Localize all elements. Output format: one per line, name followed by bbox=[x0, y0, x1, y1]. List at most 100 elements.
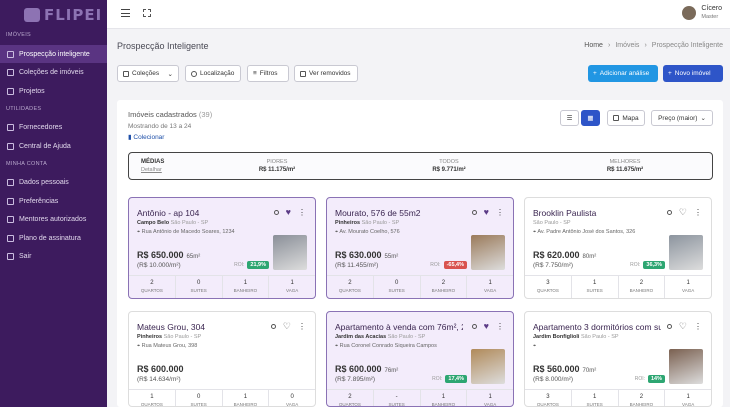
card-title[interactable]: Mourato, 576 de 55m2 bbox=[335, 208, 463, 218]
target-icon[interactable] bbox=[270, 324, 276, 329]
sidebar-item[interactable]: Mentores autorizados bbox=[0, 211, 107, 229]
collect-label: Colecionar bbox=[133, 134, 165, 141]
filters-label: Filtros bbox=[259, 70, 278, 77]
card-location: São Paulo - SP bbox=[533, 220, 571, 226]
feature-vaga: 1 VAGA bbox=[665, 390, 711, 407]
roi-badge: 17,4% bbox=[445, 375, 467, 383]
breadcrumb-imoveis[interactable]: Imóveis bbox=[615, 42, 639, 49]
property-card[interactable]: Apartamento 3 dormitórios com suíte ♡ ⋮ Jar… bbox=[524, 311, 712, 407]
sidebar-item[interactable]: Dados pessoais bbox=[0, 174, 107, 192]
roi: ROI: 17,4% bbox=[432, 375, 467, 383]
more-icon[interactable]: ⋮ bbox=[496, 208, 504, 217]
map-button[interactable]: Mapa bbox=[607, 110, 645, 126]
card-title[interactable]: Brooklin Paulista bbox=[533, 208, 661, 218]
more-icon[interactable]: ⋮ bbox=[694, 208, 702, 217]
feature-vaga: 1 VAGA bbox=[467, 390, 513, 406]
sidebar-item[interactable]: Plano de assinatura bbox=[0, 229, 107, 247]
heart-icon[interactable]: ♡ bbox=[679, 207, 687, 218]
sidebar-item[interactable]: Preferências bbox=[0, 192, 107, 210]
card-location: Pinheiros São Paulo - SP bbox=[137, 334, 201, 340]
feature-value: 1 bbox=[592, 394, 597, 400]
averages-label: MÉDIAS bbox=[141, 159, 165, 165]
page-title: Prospecção Inteligente bbox=[117, 41, 209, 51]
more-icon[interactable]: ⋮ bbox=[298, 322, 306, 331]
location-button[interactable]: Localização bbox=[185, 65, 241, 82]
target-icon[interactable] bbox=[666, 210, 672, 215]
card-features: 3 QUARTOS 1 SUITES 2 BANHEIRO 1 VAGA bbox=[525, 389, 711, 407]
sidebar-item[interactable]: Central de Ajuda bbox=[0, 137, 107, 155]
listing-title: Imóveis cadastrados (39) bbox=[128, 110, 212, 119]
filters-button[interactable]: ≡ Filtros bbox=[247, 65, 289, 82]
feature-value: - bbox=[395, 394, 398, 400]
property-photo[interactable] bbox=[669, 235, 703, 270]
list-view-button[interactable]: ☰ bbox=[560, 110, 579, 126]
feature-value: 0 bbox=[394, 280, 399, 286]
feature-label: VAGA bbox=[682, 402, 695, 407]
feature-label: VAGA bbox=[286, 288, 299, 293]
property-card[interactable]: Apartamento à venda com 76m², 2 quartos ♥… bbox=[326, 311, 514, 407]
collect-link[interactable]: ▮ Colecionar bbox=[128, 133, 164, 141]
feature-label: BANHEIRO bbox=[629, 402, 654, 407]
fullscreen-icon[interactable] bbox=[143, 9, 151, 17]
roi: ROI: 21,9% bbox=[234, 261, 269, 269]
collections-dropdown[interactable]: Coleções ⌄ bbox=[117, 65, 179, 82]
sidebar-item[interactable]: Sair bbox=[0, 248, 107, 266]
feature-quartos: 1 QUARTOS bbox=[129, 390, 176, 406]
property-photo[interactable] bbox=[273, 235, 307, 270]
sidebar-item[interactable]: Prospecção inteligente bbox=[0, 45, 107, 63]
add-analysis-button[interactable]: + Adicionar análise bbox=[588, 65, 658, 82]
property-card[interactable]: Antônio - ap 104 ♥ ⋮ Campo Belo São Paulo -… bbox=[128, 197, 316, 299]
card-price: R$ 630.000 55m² bbox=[335, 250, 398, 260]
removed-button[interactable]: Ver removidos bbox=[294, 65, 358, 82]
property-photo[interactable] bbox=[669, 349, 703, 384]
heart-icon[interactable]: ♡ bbox=[679, 321, 687, 332]
feature-value: 1 bbox=[488, 280, 492, 286]
menu-icon[interactable] bbox=[121, 9, 130, 17]
card-address: ⌖ bbox=[533, 343, 536, 350]
sidebar-item[interactable]: Coleções de imóveis bbox=[0, 64, 107, 82]
target-icon[interactable] bbox=[666, 324, 672, 329]
new-property-button[interactable]: + Novo imóvel bbox=[663, 65, 723, 82]
breadcrumb-home[interactable]: Home bbox=[584, 42, 603, 49]
feature-suites: 0 SUITES bbox=[176, 276, 223, 298]
roi-badge: 36,3% bbox=[643, 261, 665, 269]
breadcrumb: Home › Imóveis › Prospecção Inteligente bbox=[584, 42, 723, 49]
heart-icon[interactable]: ♥ bbox=[484, 321, 489, 331]
property-card[interactable]: Mateus Grou, 304 ♡ ⋮ Pinheiros São Paulo - … bbox=[128, 311, 316, 407]
feature-quartos: 3 QUARTOS bbox=[525, 390, 572, 406]
brand-logo[interactable]: FLIPEI bbox=[24, 6, 102, 24]
card-title[interactable]: Mateus Grou, 304 bbox=[137, 322, 265, 332]
sidebar-item[interactable]: Projetos bbox=[0, 82, 107, 100]
user-role: Master bbox=[701, 14, 719, 20]
target-icon[interactable] bbox=[273, 209, 279, 215]
pin-icon: ⌖ bbox=[137, 343, 141, 349]
more-icon[interactable]: ⋮ bbox=[298, 208, 306, 217]
property-card[interactable]: Mourato, 576 de 55m2 ♥ ⋮ Pinheiros São Paul… bbox=[326, 197, 514, 299]
grid-view-button[interactable]: ▦ bbox=[581, 110, 600, 126]
more-icon[interactable]: ⋮ bbox=[496, 322, 504, 331]
card-address: ⌖ Rua Antônio de Macedo Soares, 1234 bbox=[137, 229, 235, 236]
more-icon[interactable]: ⋮ bbox=[694, 322, 702, 331]
heart-icon[interactable]: ♥ bbox=[484, 207, 489, 217]
property-photo[interactable] bbox=[471, 235, 505, 270]
logo-icon bbox=[24, 8, 40, 22]
heart-icon[interactable]: ♥ bbox=[286, 207, 291, 217]
property-card[interactable]: Brooklin Paulista ♡ ⋮ São Paulo - SP ⌖ Av. … bbox=[524, 197, 712, 299]
card-title[interactable]: Apartamento 3 dormitórios com suíte bbox=[533, 322, 661, 332]
feature-label: BANHEIRO bbox=[233, 288, 258, 293]
sidebar-item[interactable]: Fornecedores bbox=[0, 119, 107, 137]
sort-dropdown[interactable]: Preço (maior) ⌄ bbox=[651, 110, 713, 126]
card-title[interactable]: Apartamento à venda com 76m², 2 quartos bbox=[335, 322, 463, 332]
heart-icon[interactable]: ♡ bbox=[283, 321, 291, 332]
feature-label: QUARTOS bbox=[140, 288, 163, 293]
property-photo[interactable] bbox=[471, 349, 505, 384]
target-icon[interactable] bbox=[471, 323, 477, 329]
card-title[interactable]: Antônio - ap 104 bbox=[137, 208, 265, 218]
card-address: ⌖ Rua Mateus Grou, 398 bbox=[137, 343, 197, 350]
user-menu[interactable]: Cícero Master bbox=[682, 4, 722, 22]
target-icon[interactable] bbox=[471, 209, 477, 215]
card-price: R$ 600.000 76m² bbox=[335, 364, 398, 374]
averages-detail-link[interactable]: Detalhar bbox=[141, 167, 162, 173]
sidebar-item-label: Dados pessoais bbox=[19, 179, 69, 186]
add-analysis-label: Adicionar análise bbox=[599, 70, 650, 77]
